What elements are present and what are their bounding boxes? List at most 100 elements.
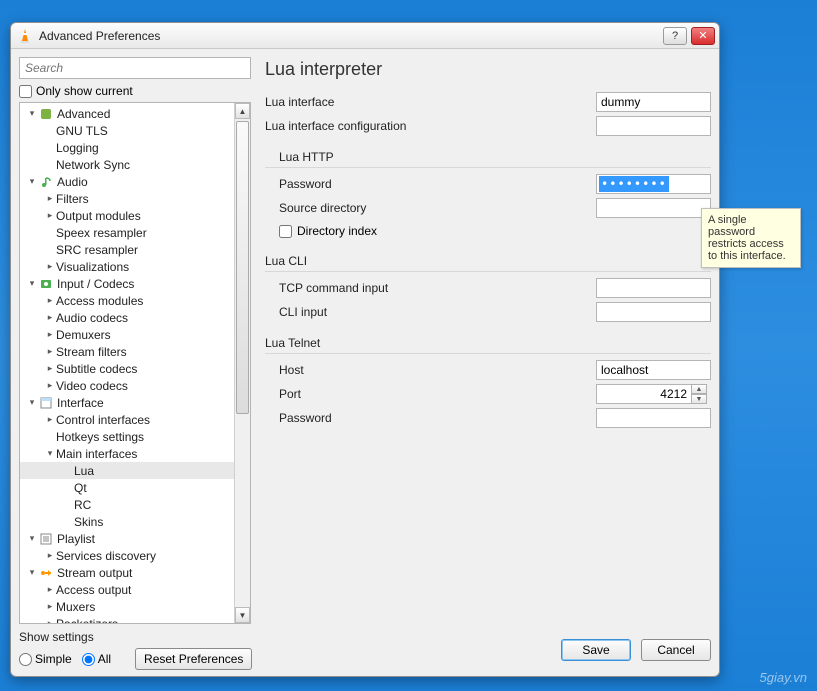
expand-closed-icon[interactable]: ▸ — [44, 601, 56, 612]
tree-item[interactable]: Network Sync — [20, 156, 234, 173]
tree-item[interactable]: ▸Services discovery — [20, 547, 234, 564]
expand-closed-icon[interactable]: ▸ — [44, 210, 56, 221]
tree-item[interactable]: ▸Video codecs — [20, 377, 234, 394]
http-dirindex-checkbox[interactable] — [279, 225, 292, 238]
tree-item[interactable]: ▸Access modules — [20, 292, 234, 309]
tree-item[interactable]: GNU TLS — [20, 122, 234, 139]
only-show-current-checkbox[interactable] — [19, 85, 32, 98]
scroll-up-button[interactable]: ▲ — [235, 103, 250, 119]
tree-item[interactable]: ▾ Advanced — [20, 105, 234, 122]
expand-open-icon[interactable]: ▾ — [26, 176, 38, 187]
tree-item[interactable]: ▸Control interfaces — [20, 411, 234, 428]
tree-item[interactable]: RC — [20, 496, 234, 513]
tree-item-label: Advanced — [57, 107, 110, 121]
only-show-current-label: Only show current — [36, 84, 133, 98]
telnet-port-label: Port — [279, 387, 596, 401]
tree-item-label: Main interfaces — [56, 447, 137, 461]
tree-item-label: Demuxers — [56, 328, 111, 342]
lua-telnet-group: Lua Telnet — [265, 332, 711, 354]
cli-input-label: CLI input — [279, 305, 596, 319]
tree-item-label: Speex resampler — [56, 226, 147, 240]
vlc-icon — [17, 28, 33, 44]
tree-item[interactable]: ▸Muxers — [20, 598, 234, 615]
category-tree[interactable]: ▾ AdvancedGNU TLSLoggingNetwork Sync▾Audi… — [19, 102, 251, 624]
save-button[interactable]: Save — [561, 639, 631, 661]
tree-item-label: Lua — [74, 464, 94, 478]
expand-open-icon[interactable]: ▾ — [26, 278, 38, 289]
expand-closed-icon[interactable]: ▸ — [44, 584, 56, 595]
telnet-password-input[interactable] — [596, 408, 711, 428]
port-spin-down[interactable]: ▼ — [691, 394, 707, 404]
tree-item[interactable]: Hotkeys settings — [20, 428, 234, 445]
tree-item-label: Video codecs — [56, 379, 128, 393]
cancel-button[interactable]: Cancel — [641, 639, 711, 661]
expand-closed-icon[interactable]: ▸ — [44, 346, 56, 357]
tree-item[interactable]: ▾Audio — [20, 173, 234, 190]
cli-tcp-input[interactable] — [596, 278, 711, 298]
expand-closed-icon[interactable]: ▸ — [44, 312, 56, 323]
tree-item[interactable]: Qt — [20, 479, 234, 496]
expand-closed-icon[interactable]: ▸ — [44, 193, 56, 204]
tree-item-label: Access output — [56, 583, 131, 597]
expand-closed-icon[interactable]: ▸ — [44, 550, 56, 561]
tree-item-label: Output modules — [56, 209, 141, 223]
titlebar[interactable]: Advanced Preferences ? ✕ — [11, 23, 719, 49]
lua-config-input[interactable] — [596, 116, 711, 136]
tree-item[interactable]: Logging — [20, 139, 234, 156]
tree-item[interactable]: ▸Audio codecs — [20, 309, 234, 326]
tree-item[interactable]: ▸Filters — [20, 190, 234, 207]
codecs-icon — [38, 277, 54, 291]
expand-closed-icon[interactable]: ▸ — [44, 329, 56, 340]
tree-item[interactable]: ▾Interface — [20, 394, 234, 411]
expand-closed-icon[interactable]: ▸ — [44, 414, 56, 425]
expand-closed-icon[interactable]: ▸ — [44, 261, 56, 272]
http-srcdir-input[interactable] — [596, 198, 711, 218]
telnet-port-input[interactable] — [596, 384, 692, 404]
tree-item[interactable]: ▸Subtitle codecs — [20, 360, 234, 377]
telnet-password-label: Password — [279, 411, 596, 425]
tree-item[interactable]: Lua — [20, 462, 234, 479]
tree-scrollbar[interactable]: ▲ ▼ — [234, 103, 250, 623]
tree-item[interactable]: ▸Packetizers — [20, 615, 234, 623]
tree-item[interactable]: ▾Main interfaces — [20, 445, 234, 462]
expand-closed-icon[interactable]: ▸ — [44, 363, 56, 374]
tree-item[interactable]: Skins — [20, 513, 234, 530]
tree-item[interactable]: ▸Stream filters — [20, 343, 234, 360]
search-input[interactable] — [19, 57, 251, 79]
close-button[interactable]: ✕ — [691, 27, 715, 45]
tree-item[interactable]: ▸Output modules — [20, 207, 234, 224]
http-srcdir-label: Source directory — [279, 201, 596, 215]
tree-item[interactable]: ▾Input / Codecs — [20, 275, 234, 292]
expand-open-icon[interactable]: ▾ — [26, 108, 38, 119]
tree-item[interactable]: ▸Visualizations — [20, 258, 234, 275]
expand-closed-icon[interactable]: ▸ — [44, 380, 56, 391]
tree-item[interactable]: Speex resampler — [20, 224, 234, 241]
expand-closed-icon[interactable]: ▸ — [44, 618, 56, 623]
tree-item-label: Control interfaces — [56, 413, 150, 427]
http-password-label: Password — [279, 177, 596, 191]
expand-open-icon[interactable]: ▾ — [26, 533, 38, 544]
tree-item[interactable]: ▾Stream output — [20, 564, 234, 581]
http-password-input[interactable]: •••••••• — [596, 174, 711, 194]
watermark: 5giay.vn — [760, 670, 807, 685]
port-spin-up[interactable]: ▲ — [691, 384, 707, 394]
gear-green-icon — [38, 107, 54, 121]
telnet-host-input[interactable] — [596, 360, 711, 380]
all-radio[interactable]: All — [82, 652, 111, 666]
tree-item[interactable]: ▸Demuxers — [20, 326, 234, 343]
lua-interface-input[interactable] — [596, 92, 711, 112]
tree-item[interactable]: ▸Access output — [20, 581, 234, 598]
expand-open-icon[interactable]: ▾ — [26, 397, 38, 408]
help-button[interactable]: ? — [663, 27, 687, 45]
simple-radio[interactable]: Simple — [19, 652, 72, 666]
tree-item[interactable]: ▾Playlist — [20, 530, 234, 547]
expand-open-icon[interactable]: ▾ — [44, 448, 56, 459]
interface-icon — [38, 396, 54, 410]
scroll-down-button[interactable]: ▼ — [235, 607, 250, 623]
reset-preferences-button[interactable]: Reset Preferences — [135, 648, 252, 670]
expand-closed-icon[interactable]: ▸ — [44, 295, 56, 306]
tree-item[interactable]: SRC resampler — [20, 241, 234, 258]
cli-input-input[interactable] — [596, 302, 711, 322]
scroll-thumb[interactable] — [236, 121, 249, 414]
expand-open-icon[interactable]: ▾ — [26, 567, 38, 578]
